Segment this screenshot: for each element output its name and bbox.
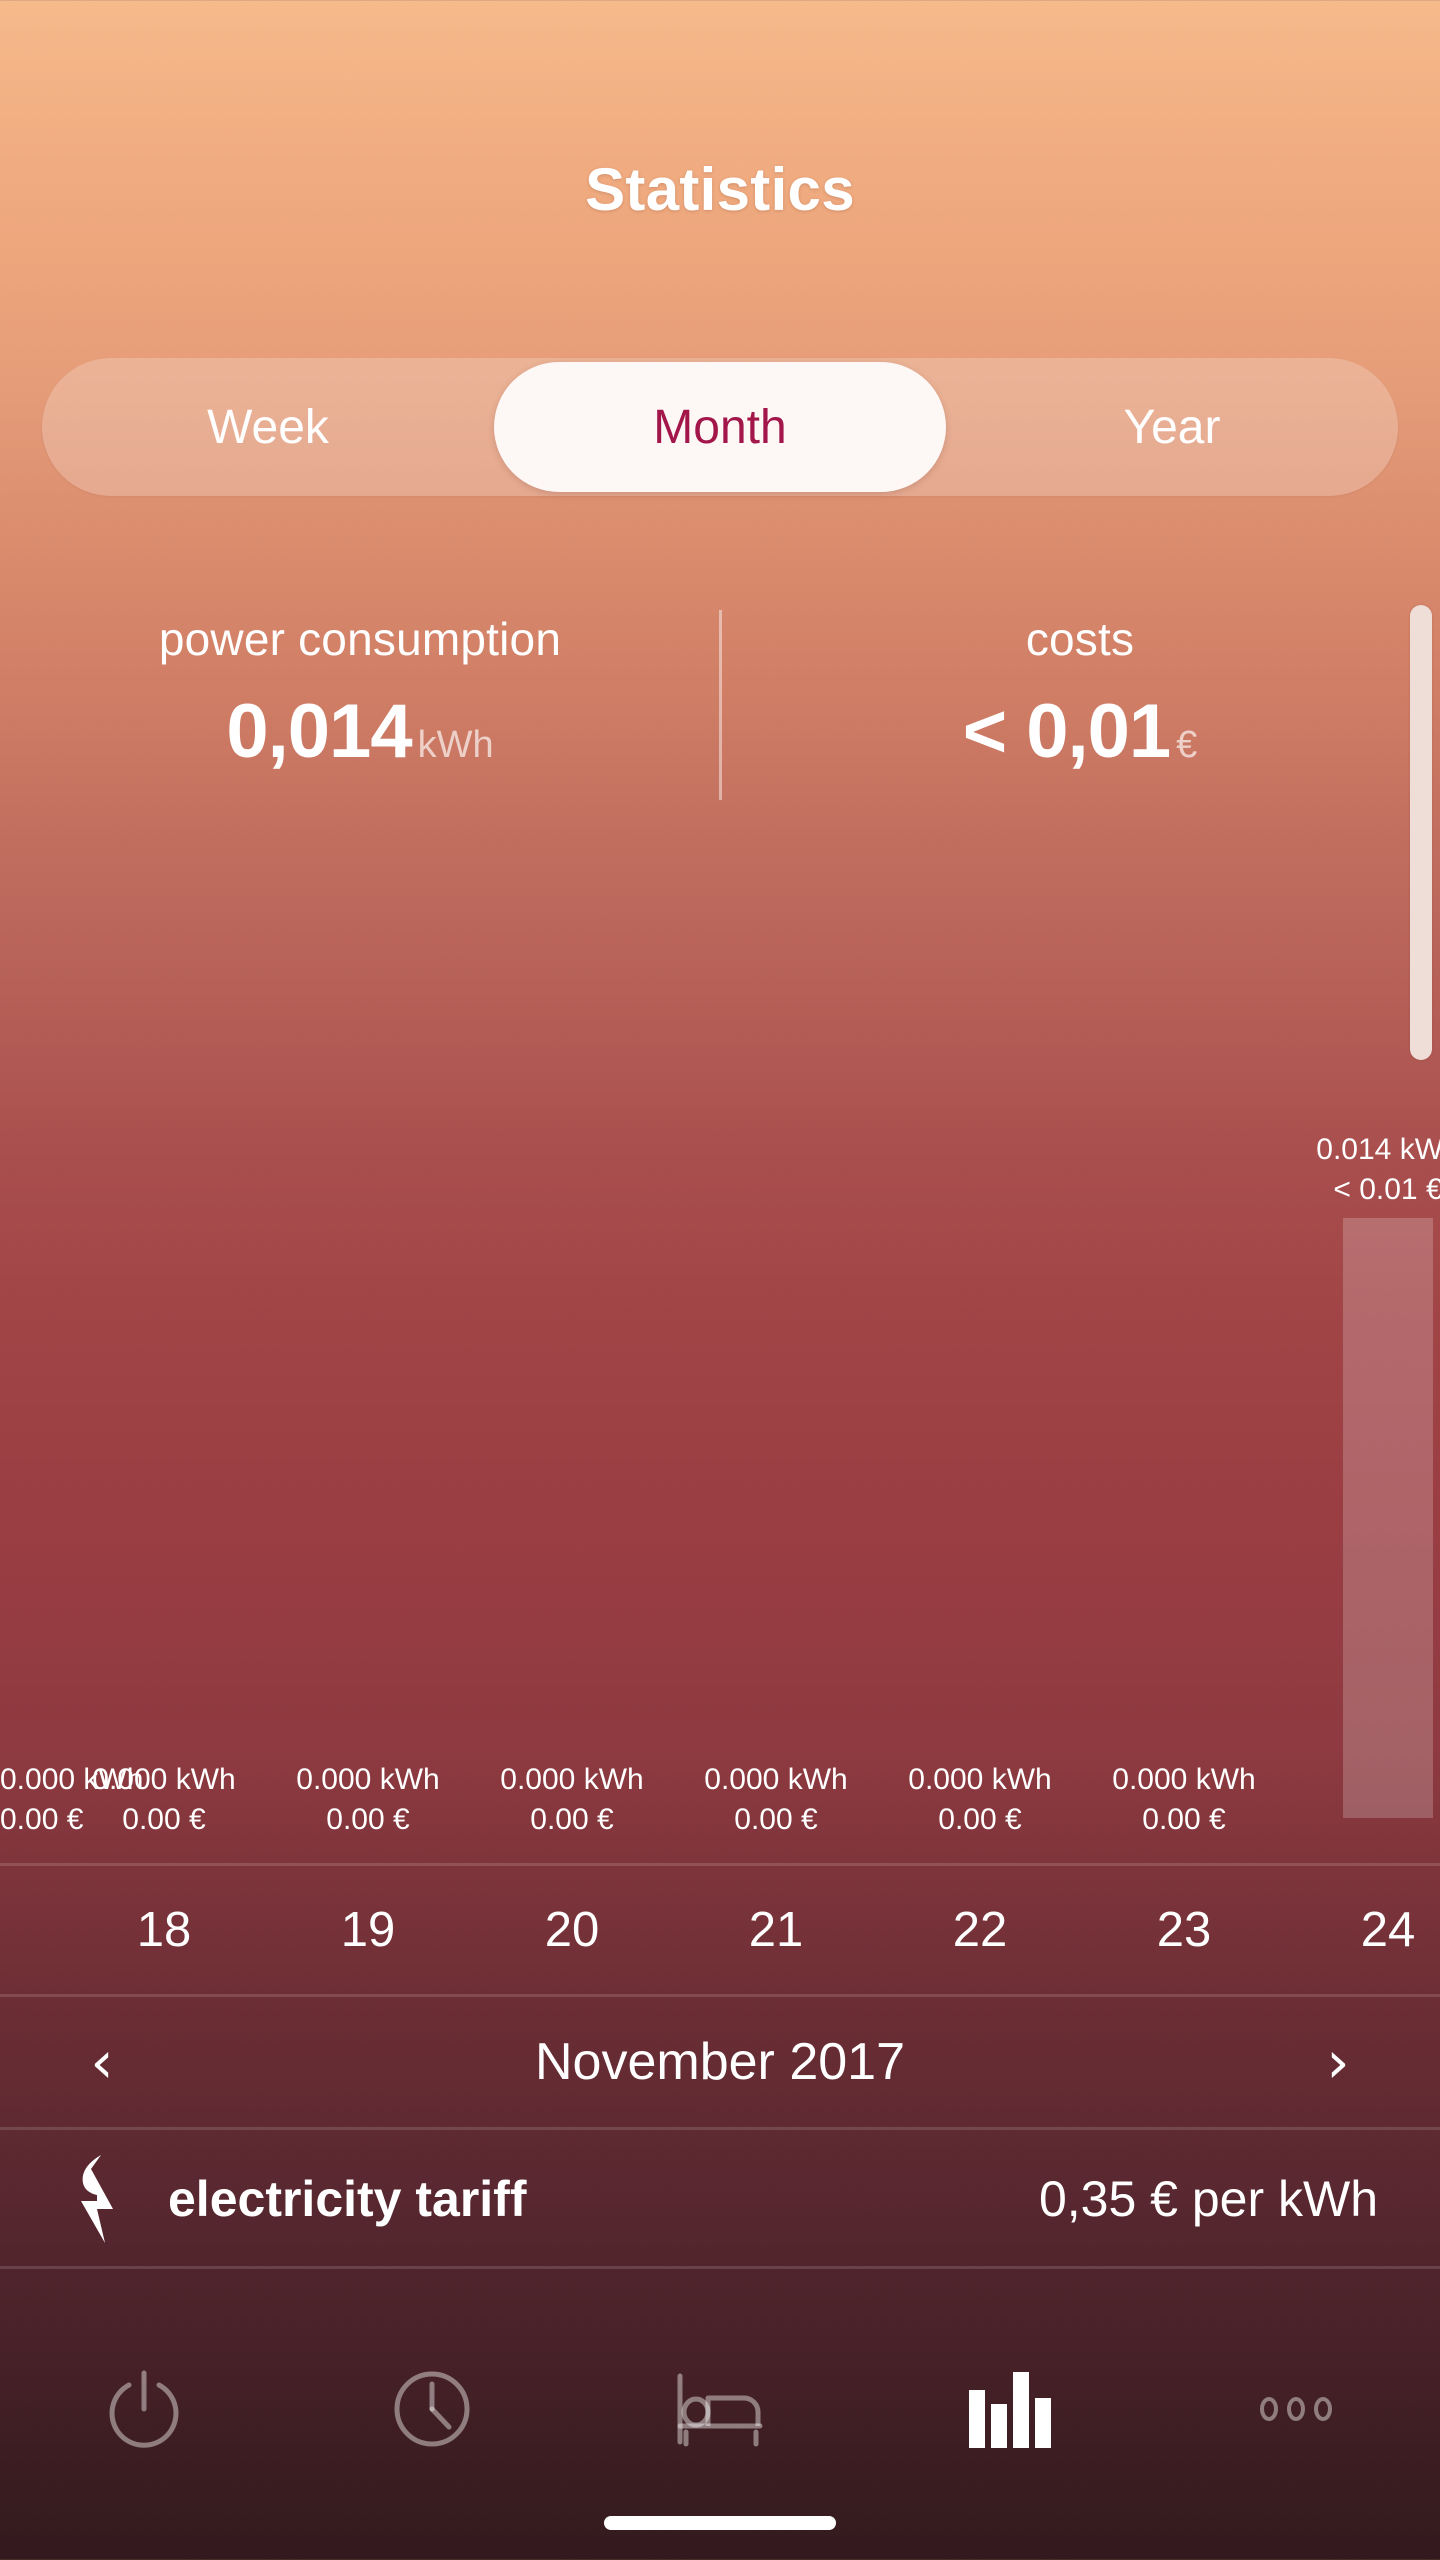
chart-bar-energy-label: 0.014 kWh: [1316, 1133, 1440, 1166]
day-label[interactable]: 24: [1286, 1902, 1440, 1958]
chart-column[interactable]: 0.000 kWh 0.00 €: [470, 1060, 674, 1860]
electricity-tariff-row[interactable]: electricity tariff 0,35 € per kWh: [0, 2130, 1440, 2267]
month-label: November 2017: [535, 2033, 905, 2091]
chart-column[interactable]: 0.000 kWh 0.00 €: [0, 1060, 144, 1860]
chart-column[interactable]: 0.000 kWh 0.00 €: [1082, 1060, 1286, 1860]
summary-divider: [719, 610, 722, 800]
summary-consumption-label: power consumption: [158, 613, 562, 665]
day-label[interactable]: 19: [266, 1902, 470, 1958]
nav-statistics[interactable]: [864, 2354, 1152, 2464]
home-indicator: [604, 2516, 836, 2530]
chart-bar-energy-label: 0.000 kWh: [908, 1763, 1052, 1796]
summary-consumption-value: 0,014 kWh: [226, 688, 493, 775]
summary-costs-label: costs: [1025, 613, 1135, 665]
tariff-bottom-divider: [0, 2266, 1440, 2269]
chart-bar-cost-label: 0.00 €: [530, 1803, 614, 1836]
day-axis[interactable]: 18 19 20 21 22 23 24: [0, 1866, 1440, 1994]
bed-icon: [672, 2370, 768, 2448]
bar-chart-icon: [963, 2368, 1053, 2450]
summary-costs-unit: €: [1176, 724, 1198, 766]
clock-icon: [390, 2367, 474, 2451]
nav-timer[interactable]: [288, 2354, 576, 2464]
consumption-bar-chart[interactable]: 0.000 kWh 0.00 €0.000 kWh 0.00 €0.000 kWh 0…: [0, 1060, 1440, 1860]
tariff-value: 0,35 € per kWh: [1038, 2170, 1378, 2227]
more-dots-icon: [1256, 2395, 1336, 2423]
chart-bar-label: 0.000 kWh 0.00 €: [674, 1760, 878, 1840]
summary-consumption-number: 0,014: [226, 689, 412, 774]
chart-bar-label: 0.000 kWh 0.00 €: [470, 1760, 674, 1840]
summary-costs: costs < 0,01 €: [720, 590, 1440, 820]
chart-bar-cost-label: 0.00 €: [0, 1803, 84, 1836]
summary-consumption-unit: kWh: [417, 724, 494, 766]
chart-bar-cost-label: 0.00 €: [1142, 1803, 1226, 1836]
nav-sleep[interactable]: [576, 2354, 864, 2464]
chart-bar-energy-label: 0.000 kWh: [296, 1763, 440, 1796]
day-label[interactable]: 22: [878, 1902, 1082, 1958]
chart-bar-energy-label: 0.000 kWh: [92, 1763, 236, 1796]
chart-bar-energy-label: 0.000 kWh: [0, 1763, 144, 1796]
period-segmented-control[interactable]: Week Month Year: [42, 358, 1398, 496]
chart-column[interactable]: 0.014 kWh < 0.01 €: [1286, 1060, 1440, 1860]
plug-lightning-icon: [62, 2153, 134, 2245]
chart-bar-energy-label: 0.000 kWh: [500, 1763, 644, 1796]
chart-bar-label: 0.000 kWh 0.00 €: [1082, 1760, 1286, 1840]
page-title: Statistics: [585, 156, 855, 223]
chart-column[interactable]: 0.000 kWh 0.00 €: [266, 1060, 470, 1860]
chart-bar-cost-label: 0.00 €: [326, 1803, 410, 1836]
day-label[interactable]: 20: [470, 1902, 674, 1958]
chart-bar-cost-label: < 0.01 €: [1333, 1173, 1440, 1206]
chart-bar-label: 0.000 kWh 0.00 €: [266, 1760, 470, 1840]
summary-costs-number: < 0,01: [962, 689, 1171, 774]
month-navigation[interactable]: ‹ November 2017 ›: [0, 1997, 1440, 2127]
vertical-scrollbar-thumb[interactable]: [1410, 605, 1432, 1060]
summary-consumption: power consumption 0,014 kWh: [0, 590, 720, 820]
chevron-left-icon[interactable]: ‹: [62, 2033, 142, 2091]
chart-bar-cost-label: 0.00 €: [122, 1803, 206, 1836]
day-label[interactable]: 23: [1082, 1902, 1286, 1958]
chart-bar-label: 0.000 kWh 0.00 €: [0, 1760, 144, 1840]
nav-power[interactable]: [0, 2354, 288, 2464]
tab-year[interactable]: Year: [946, 358, 1398, 496]
power-icon: [102, 2367, 186, 2451]
chart-bar-energy-label: 0.000 kWh: [1112, 1763, 1256, 1796]
tab-month[interactable]: Month: [494, 362, 946, 492]
chart-bar-energy-label: 0.000 kWh: [704, 1763, 848, 1796]
summary-costs-value: < 0,01 €: [963, 688, 1198, 775]
tariff-name: electricity tariff: [168, 2170, 527, 2227]
chart-bar-cost-label: 0.00 €: [734, 1803, 818, 1836]
chart-bar-label: 0.014 kWh < 0.01 €: [1286, 1130, 1440, 1210]
nav-more[interactable]: [1152, 2354, 1440, 2464]
day-label[interactable]: 21: [674, 1902, 878, 1958]
chart-column[interactable]: 0.000 kWh 0.00 €: [62, 1060, 266, 1860]
day-label[interactable]: 18: [62, 1902, 266, 1958]
chart-bar-cost-label: 0.00 €: [938, 1803, 1022, 1836]
chart-bar-label: 0.000 kWh 0.00 €: [62, 1760, 266, 1840]
chart-column[interactable]: 0.000 kWh 0.00 €: [878, 1060, 1082, 1860]
chevron-right-icon[interactable]: ›: [1298, 2033, 1378, 2091]
chart-bar-label: 0.000 kWh 0.00 €: [878, 1760, 1082, 1840]
chart-column[interactable]: 0.000 kWh 0.00 €: [674, 1060, 878, 1860]
chart-bar[interactable]: [1343, 1218, 1433, 1818]
summary-row: power consumption 0,014 kWh costs < 0,01…: [0, 590, 1440, 820]
tab-week[interactable]: Week: [42, 358, 494, 496]
chart-columns: 0.000 kWh 0.00 €0.000 kWh 0.00 €0.000 kWh 0…: [0, 1060, 1440, 1860]
